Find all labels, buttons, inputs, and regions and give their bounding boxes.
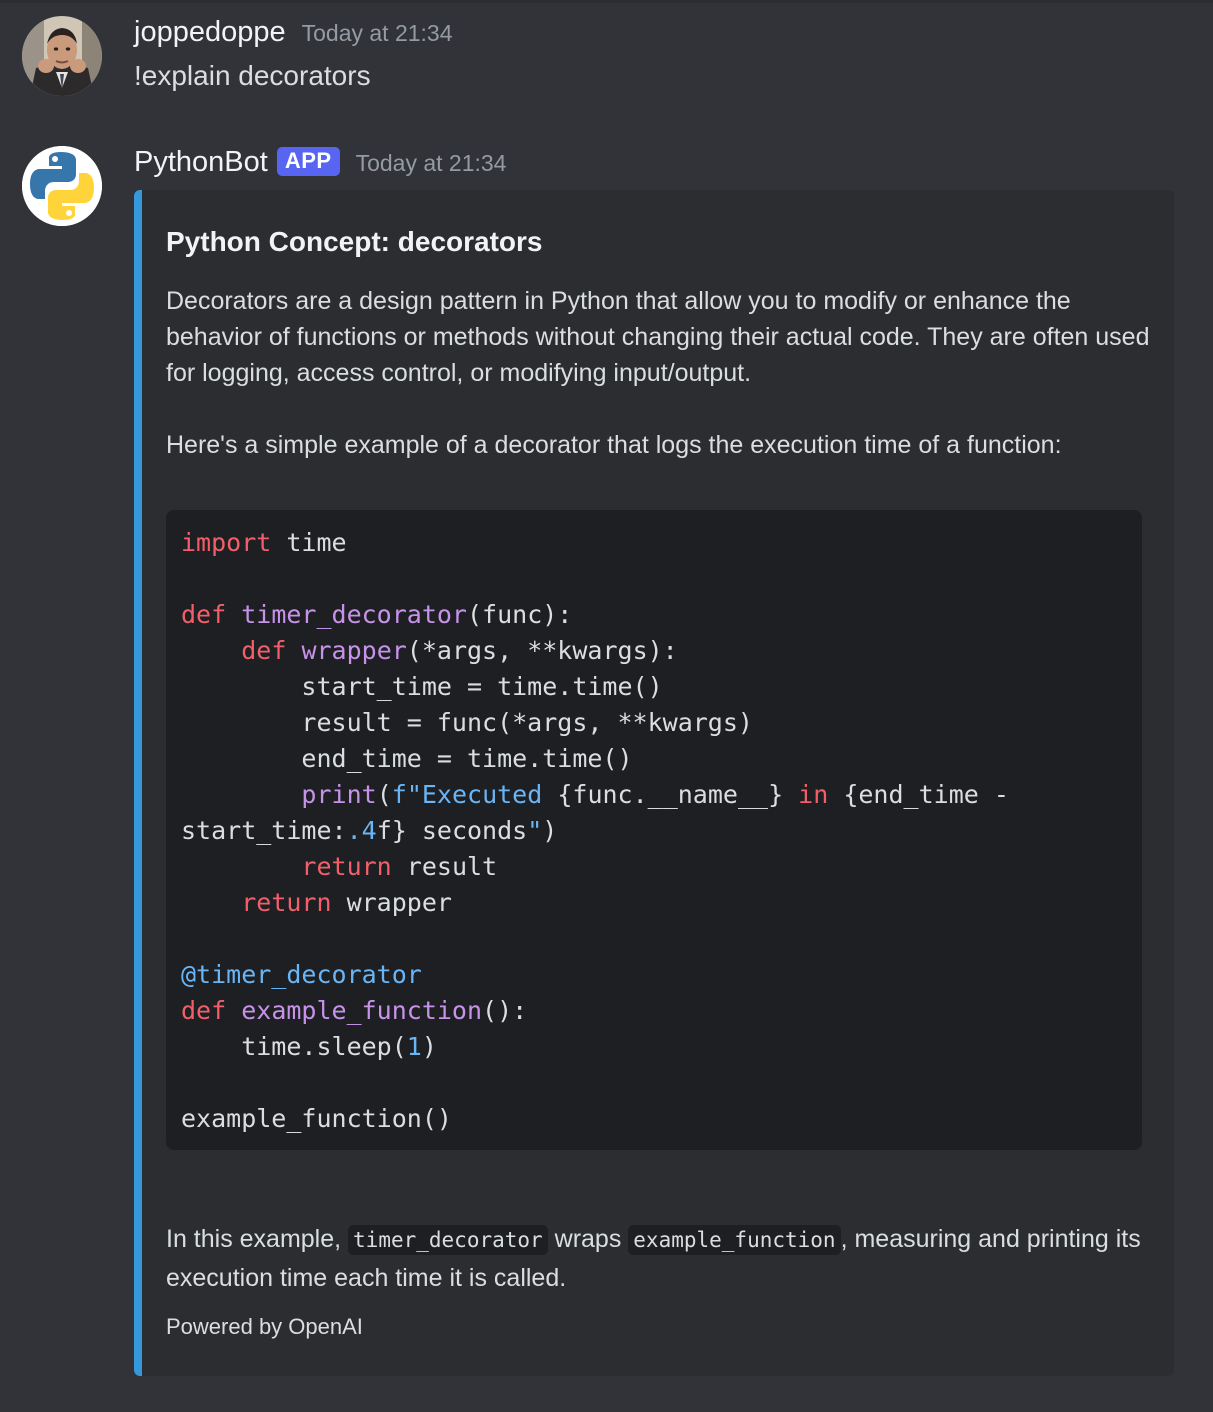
summary-text: In this example, xyxy=(166,1225,349,1253)
code-block[interactable]: import time ​ def timer_decorator(func): d… xyxy=(166,510,1142,1150)
code-line: def timer_decorator(func): xyxy=(181,600,573,629)
embed-footer: Powered by OpenAI xyxy=(166,1314,363,1339)
message-content: !explain decorators xyxy=(134,60,371,91)
embed-summary: In this example, timer_decorator wraps e… xyxy=(166,1220,1156,1297)
message-header: PythonBot APP Today at 21:34 xyxy=(134,146,506,179)
message-header: joppedoppe Today at 21:34 xyxy=(134,16,453,49)
code-line: return wrapper xyxy=(241,888,452,917)
username[interactable]: PythonBot xyxy=(134,146,268,179)
code-line: import time xyxy=(181,528,347,557)
user-avatar[interactable] xyxy=(22,16,102,96)
embed-description: Decorators are a design pattern in Pytho… xyxy=(166,283,1156,463)
description-paragraph: Here's a simple example of a decorator t… xyxy=(166,431,1062,459)
timestamp[interactable]: Today at 21:34 xyxy=(302,20,453,47)
username[interactable]: joppedoppe xyxy=(134,16,286,49)
description-paragraph: Decorators are a design pattern in Pytho… xyxy=(166,287,1157,387)
code-line: print(f"Executed {func.__name__} in {end… xyxy=(301,780,1009,809)
code-line: end_time = time.time() xyxy=(181,744,633,773)
embed-title: Python Concept: decorators xyxy=(166,226,543,257)
inline-code: example_function xyxy=(628,1225,841,1255)
code-line: return result xyxy=(301,852,498,881)
code-line: ​ xyxy=(181,921,1142,957)
top-divider xyxy=(0,0,1213,3)
code-line: def example_function(): xyxy=(181,996,528,1025)
app-badge: APP xyxy=(276,147,340,176)
summary-text: wraps xyxy=(547,1225,629,1253)
code-line: time.sleep(1) xyxy=(181,1032,437,1061)
code-line: ​ xyxy=(181,1065,1142,1101)
inline-code: timer_decorator xyxy=(348,1225,548,1255)
code-line: @timer_decorator xyxy=(181,960,422,989)
code-line: start_time:.4f} seconds") xyxy=(181,816,558,845)
code-line: ​ xyxy=(181,561,1142,597)
embed-accent-bar xyxy=(134,190,142,1376)
embed: Python Concept: decorators Decorators ar… xyxy=(134,190,1174,1376)
code-line: start_time = time.time() xyxy=(181,672,663,701)
python-logo-icon xyxy=(22,146,102,226)
bot-avatar[interactable] xyxy=(22,146,102,226)
code-line: example_function() xyxy=(181,1104,452,1133)
timestamp[interactable]: Today at 21:34 xyxy=(356,150,507,177)
code-line: def wrapper(*args, **kwargs): xyxy=(241,636,678,665)
code-line: result = func(*args, **kwargs) xyxy=(181,708,753,737)
user-avatar-image xyxy=(22,16,102,96)
